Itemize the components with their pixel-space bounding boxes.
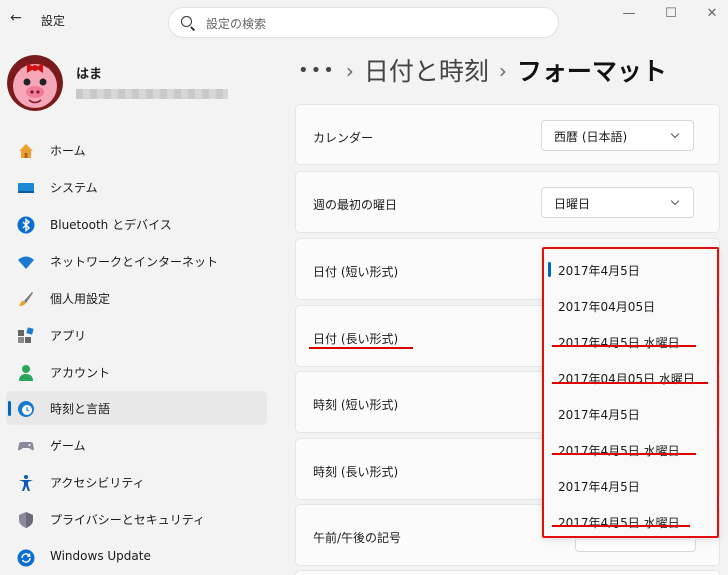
minimize-icon[interactable]: — (614, 6, 644, 21)
chevron-down-icon (670, 196, 680, 206)
sidebar-item-label: ホーム (50, 144, 86, 158)
sidebar-item-home[interactable]: ホーム (6, 133, 267, 167)
chevron-right-icon: › (345, 59, 354, 83)
sidebar-item-label: 個人用設定 (50, 292, 111, 306)
close-icon[interactable]: ✕ (697, 6, 727, 21)
annotation-underline (309, 347, 413, 349)
pig-avatar-icon (7, 55, 63, 111)
app-title: 設定 (41, 14, 66, 28)
sidebar-item-personalization[interactable]: 個人用設定 (6, 281, 267, 315)
breadcrumb-parent[interactable]: 日付と時刻 (364, 57, 489, 86)
setting-label: 時刻 (短い形式) (313, 398, 399, 412)
sidebar-item-label: プライバシーとセキュリティ (50, 513, 206, 527)
gamepad-icon (16, 436, 35, 455)
setting-label: 日付 (短い形式) (313, 265, 399, 279)
setting-label: 週の最初の曜日 (313, 198, 398, 212)
sidebar-item-label: アカウント (50, 366, 111, 380)
annotation-underline (552, 453, 696, 455)
annotation-underline (552, 345, 696, 347)
list-item[interactable]: 2017年4月5日 水曜日 (544, 434, 717, 464)
maximize-icon[interactable]: ☐ (656, 6, 686, 21)
setting-next-card (295, 570, 720, 575)
setting-label: 日付 (長い形式) (313, 332, 399, 346)
clock-globe-icon (16, 399, 35, 418)
sidebar-item-windows-update[interactable]: Windows Update (6, 540, 267, 574)
long-date-format-list: 2017年4月5日 2017年04月05日 2017年4月5日 水曜日 2017… (542, 247, 719, 538)
calendar-dropdown[interactable]: 西暦 (日本語) (541, 120, 694, 151)
selection-indicator (8, 401, 11, 416)
sidebar-item-label: Windows Update (50, 549, 151, 563)
setting-calendar: カレンダー 西暦 (日本語) (295, 104, 720, 165)
search-box[interactable]: 設定の検索 (168, 7, 559, 38)
dropdown-value: 西暦 (日本語) (554, 130, 628, 144)
setting-label: カレンダー (313, 131, 374, 145)
breadcrumb-overflow[interactable]: ••• (298, 60, 336, 81)
search-icon (181, 16, 192, 27)
sidebar-item-privacy[interactable]: プライバシーとセキュリティ (6, 502, 267, 536)
apps-icon (16, 326, 35, 345)
home-icon (16, 141, 35, 160)
sidebar-item-bluetooth[interactable]: Bluetooth とデバイス (6, 207, 267, 241)
page-title: フォーマット (516, 57, 667, 86)
sidebar-item-accessibility[interactable]: アクセシビリティ (6, 465, 267, 499)
sidebar-item-time-language[interactable]: 時刻と言語 (6, 391, 267, 425)
chevron-down-icon (670, 129, 680, 139)
sidebar-item-apps[interactable]: アプリ (6, 318, 267, 352)
sidebar-item-accounts[interactable]: アカウント (6, 355, 267, 389)
list-item[interactable]: 2017年4月5日 水曜日 (544, 326, 717, 356)
list-item[interactable]: 2017年04月05日 (544, 290, 717, 320)
sidebar-item-label: ネットワークとインターネット (50, 255, 219, 269)
sidebar-item-label: システム (50, 181, 98, 195)
back-arrow-icon[interactable]: ← (10, 10, 22, 26)
setting-label: 時刻 (長い形式) (313, 465, 399, 479)
chevron-right-icon: › (498, 59, 507, 83)
list-item[interactable]: 2017年4月5日 (544, 398, 717, 428)
setting-first-day-of-week: 週の最初の曜日 日曜日 (295, 171, 720, 233)
list-item[interactable]: 2017年4月5日 (544, 470, 717, 500)
title-bar: ← 設定 設定の検索 — ☐ ✕ (0, 0, 728, 44)
system-icon (16, 178, 35, 197)
list-item[interactable]: 2017年4月5日 水曜日 (544, 506, 717, 536)
accessibility-icon (16, 473, 35, 492)
sidebar-item-gaming[interactable]: ゲーム (6, 428, 267, 462)
brush-icon (16, 289, 35, 308)
shield-icon (16, 510, 35, 529)
am-pm-dropdown[interactable] (575, 540, 696, 552)
sidebar-item-label: Bluetooth とデバイス (50, 218, 172, 232)
search-input[interactable]: 設定の検索 (206, 15, 266, 32)
annotation-underline (552, 382, 708, 384)
sidebar-item-label: 時刻と言語 (50, 402, 111, 416)
sidebar-item-system[interactable]: システム (6, 170, 267, 204)
list-item[interactable]: 2017年04月05日 水曜日 (544, 362, 717, 392)
profile-email-redacted (76, 89, 228, 99)
list-item[interactable]: 2017年4月5日 (544, 254, 717, 284)
profile-name: はま (76, 67, 103, 82)
update-icon (16, 548, 35, 567)
setting-label: 午前/午後の記号 (313, 531, 402, 545)
first-day-dropdown[interactable]: 日曜日 (541, 187, 694, 218)
bluetooth-icon (16, 215, 35, 234)
sidebar-item-network[interactable]: ネットワークとインターネット (6, 244, 267, 278)
account-icon (16, 363, 35, 382)
dropdown-value: 日曜日 (554, 197, 591, 211)
sidebar-item-label: アクセシビリティ (50, 476, 145, 490)
breadcrumb: ••• › 日付と時刻 › フォーマット (298, 52, 667, 88)
avatar[interactable] (7, 55, 63, 111)
annotation-underline (552, 525, 690, 527)
sidebar-item-label: ゲーム (50, 439, 86, 453)
sidebar-item-label: アプリ (50, 329, 87, 343)
wifi-icon (16, 252, 35, 271)
